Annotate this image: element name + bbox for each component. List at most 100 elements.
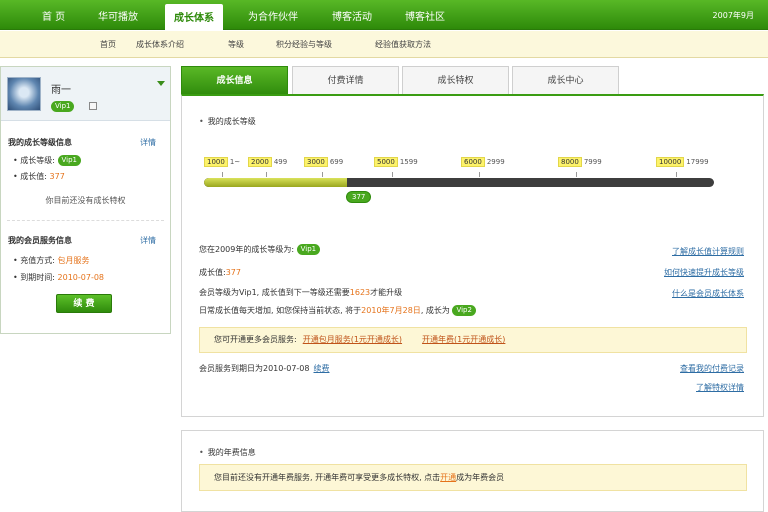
growth-section-title: 我的成长等级信息 (8, 138, 72, 147)
service-section-title: 我的会员服务信息 (8, 236, 72, 245)
nav-growth-system[interactable]: 成长体系 (165, 4, 223, 31)
annual-post: 成为年费会员 (456, 473, 505, 482)
avatar[interactable] (7, 77, 41, 111)
growth-value: 377 (49, 172, 65, 181)
level-tick (266, 172, 267, 177)
user-sidebar: 雨一 Vip1 我的成长等级信息 详情 • 成长等级: Vip1 • 成长值: … (0, 66, 171, 334)
subnav-intro[interactable]: 成长体系介绍 (136, 39, 184, 50)
annual-panel-title: 我的年费信息 (199, 447, 256, 458)
level-marker-value: 5000 (374, 157, 398, 167)
current-growth-badge: 377 (346, 191, 372, 203)
level-marker-label: 7999 (583, 158, 602, 166)
privilege-details-link[interactable]: 了解特权详情 (696, 382, 744, 393)
level-marker: 10000 17999 (656, 157, 709, 167)
level-marker-value: 8000 (558, 157, 582, 167)
payment-history-link[interactable]: 查看我的付费记录 (680, 363, 744, 374)
level-marker-label: 1599 (399, 158, 418, 166)
growth-year-text: 您在2009年的成长等级为: (199, 245, 295, 254)
user-card: 雨一 Vip1 (1, 67, 170, 121)
annual-open-link[interactable]: 开通 (440, 473, 456, 482)
level-marker-label: 699 (329, 158, 344, 166)
tab-growth-privileges[interactable]: 成长特权 (402, 66, 509, 95)
user-name: 雨一 (51, 85, 71, 96)
level-tick (222, 172, 223, 177)
growth-value-line: 成长值:377 (199, 267, 241, 278)
subnav-home[interactable]: 首页 (100, 39, 116, 50)
offer-text: 您可开通更多会员服务: (214, 335, 297, 344)
level-marker-label: 2999 (486, 158, 505, 166)
growth-note: 你目前还没有成长特权 (45, 196, 126, 205)
user-vip-badge: Vip1 (51, 101, 75, 112)
nav-blog-community[interactable]: 博客社区 (405, 8, 445, 23)
level-tick (479, 172, 480, 177)
subnav-points[interactable]: 积分经验与等级 (276, 39, 332, 50)
growth-year-row: 您在2009年的成长等级为: Vip1 (199, 244, 321, 255)
annual-info-bar: 您目前还没有开通年费服务, 开通年费可享受更多成长特权, 点击开通成为年费会员 (199, 464, 747, 491)
tab-growth-info[interactable]: 成长信息 (181, 66, 288, 95)
growth-panel-title: 我的成长等级 (199, 116, 256, 127)
annual-pre: 您目前还没有开通年费服务, 开通年费可享受更多成长特权, 点击 (214, 473, 441, 482)
level-marker-label: 1~ (229, 158, 241, 166)
service-method-value: 包月服务 (57, 256, 90, 265)
growth-value-label: 成长值: (20, 172, 47, 181)
subnav-level[interactable]: 等级 (228, 39, 244, 50)
growth-year-badge: Vip1 (296, 244, 321, 255)
service-offer-note: 您可开通更多会员服务: 开通包月服务(1元开通成长) 开通年费(1元开通成长) (199, 327, 747, 353)
expire-row: 会员服务到期日为2010-07-08 续费 (199, 363, 330, 374)
level-marker-value: 3000 (304, 157, 328, 167)
growth-value-row: • 成长值: 377 (13, 172, 65, 181)
forecast-badge: Vip2 (452, 305, 476, 316)
service-detail-link[interactable]: 详情 (140, 235, 156, 246)
subnav-exp-methods[interactable]: 经验值获取方法 (375, 39, 431, 50)
growth-progress-fill (204, 178, 347, 187)
growth-rules-link[interactable]: 了解成长值计算规则 (672, 246, 744, 257)
boost-growth-link[interactable]: 如何快速提升成长等级 (664, 267, 744, 278)
level-marker-label: 499 (273, 158, 288, 166)
next-level-pre: 会员等级为Vip1, 成长值到下一等级还需要 (199, 288, 350, 297)
service-expire-label: 到期时间: (20, 273, 55, 282)
monthly-service-link[interactable]: 开通包月服务(1元开通成长) (303, 335, 402, 344)
level-marker: 3000 699 (304, 157, 344, 167)
level-marker-value: 6000 (461, 157, 485, 167)
renew-button[interactable]: 续 费 (56, 294, 112, 313)
level-marker-value: 10000 (656, 157, 685, 167)
annual-service-link[interactable]: 开通年费(1元开通成长) (422, 335, 505, 344)
card-icon[interactable] (89, 102, 97, 110)
chevron-down-icon[interactable] (157, 81, 165, 86)
growth-value-line-value: 377 (225, 268, 241, 277)
nav-blog-events[interactable]: 博客活动 (332, 8, 372, 23)
growth-level-row: • 成长等级: Vip1 (13, 155, 81, 166)
tab-payment-details[interactable]: 付费详情 (292, 66, 399, 95)
nav-home[interactable]: 首 页 (42, 8, 65, 23)
nav-partners[interactable]: 为合作伙伴 (248, 8, 298, 23)
service-expire-value: 2010-07-08 (57, 273, 105, 282)
top-right-date: 2007年9月 (712, 11, 754, 20)
growth-panel: 我的成长等级 10001~ 2000499 3000699 50001599 6… (181, 94, 764, 417)
renew-link[interactable]: 续费 (314, 364, 330, 373)
level-marker-value: 1000 (204, 157, 228, 167)
level-marker: 6000 2999 (461, 157, 505, 167)
level-marker: 2000 499 (248, 157, 288, 167)
growth-progress-bar (204, 178, 714, 187)
growth-system-link[interactable]: 什么是会员成长体系 (672, 288, 744, 299)
annual-panel: 我的年费信息 您目前还没有开通年费服务, 开通年费可享受更多成长特权, 点击开通… (181, 430, 764, 512)
growth-level-label: 成长等级: (20, 156, 55, 165)
forecast-date: 2010年7月28日 (361, 306, 421, 315)
growth-level-badge: Vip1 (57, 155, 81, 166)
level-marker: 1000 1~ (204, 157, 241, 167)
forecast-post: , 成长为 (420, 306, 450, 315)
top-navigation: 首 页 华可播放 成长体系 为合作伙伴 博客活动 博客社区 2007年9月 (0, 0, 768, 31)
service-expire-row: • 到期时间: 2010-07-08 (13, 273, 105, 282)
growth-detail-link[interactable]: 详情 (140, 137, 156, 148)
sub-navigation: 首页 成长体系介绍 等级 积分经验与等级 经验值获取方法 (0, 31, 768, 58)
next-level-value: 1623 (349, 288, 371, 297)
level-marker: 5000 1599 (374, 157, 418, 167)
level-marker-label: 17999 (686, 158, 709, 166)
service-method-label: 充值方式: (20, 256, 55, 265)
nav-play[interactable]: 华可播放 (98, 8, 138, 23)
forecast-pre: 日常成长值每天增加, 如您保持当前状态, 将于 (199, 306, 362, 315)
growth-value-line-label: 成长值: (199, 268, 226, 277)
tab-growth-center[interactable]: 成长中心 (512, 66, 619, 95)
level-marker: 8000 7999 (558, 157, 602, 167)
level-marker-value: 2000 (248, 157, 272, 167)
